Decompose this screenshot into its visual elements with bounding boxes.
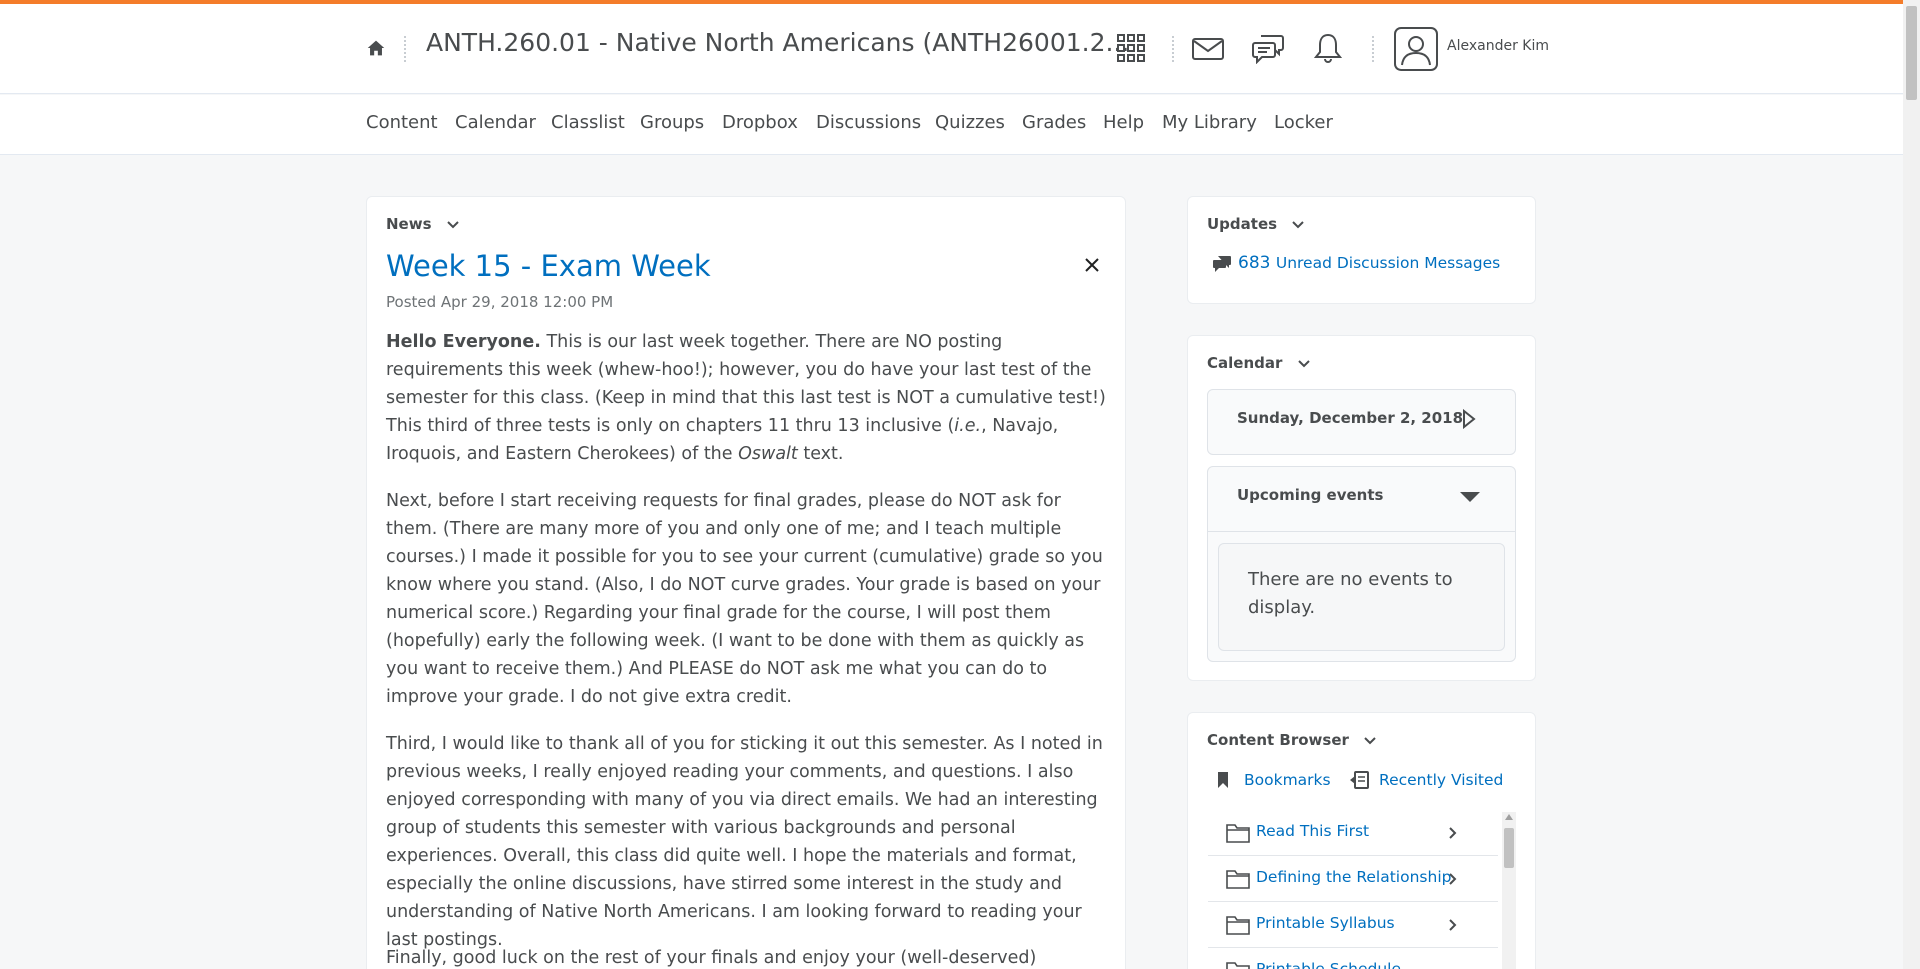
page-scrollbar[interactable] [1903,0,1920,969]
news-posted-date: Posted Apr 29, 2018 12:00 PM [386,293,614,311]
caret-down-icon[interactable] [1459,491,1481,503]
greeting-text: Hello Everyone. [386,332,541,352]
bell-icon[interactable] [1314,32,1342,64]
list-item-label: Printable Syllabus [1256,914,1395,932]
news-item-title[interactable]: Week 15 - Exam Week [386,249,711,283]
nav-my-library[interactable]: My Library [1162,112,1257,133]
folder-icon [1226,962,1250,969]
chat-bubbles-icon[interactable] [1252,34,1284,64]
updates-widget-header[interactable]: Updates [1207,215,1305,233]
upcoming-events-label[interactable]: Upcoming events [1237,486,1383,504]
recently-visited-link[interactable]: Recently Visited [1379,771,1503,789]
news-text-segment: i.e. [954,416,982,436]
chevron-right-icon[interactable] [1449,919,1457,931]
calendar-widget-header[interactable]: Calendar [1207,354,1310,372]
nav-locker[interactable]: Locker [1274,112,1333,133]
bookmarks-link[interactable]: Bookmarks [1244,771,1331,789]
nav-classlist[interactable]: Classlist [551,112,625,133]
news-paragraph-4: Finally, good luck on the rest of your f… [386,948,1037,968]
folder-icon [1226,916,1250,935]
news-text-segment: text. [797,444,844,464]
course-title[interactable]: ANTH.260.01 - Native North Americans (AN… [426,28,1129,57]
news-text-segment: Oswalt [738,444,798,464]
chevron-right-icon[interactable] [1449,827,1457,839]
unread-label: Unread Discussion Messages [1275,254,1501,272]
nav-discussions[interactable]: Discussions [816,112,921,133]
header-divider [1372,36,1374,62]
scroll-up-arrow-icon[interactable] [1505,814,1513,820]
nav-grades[interactable]: Grades [1022,112,1086,133]
discussion-icon [1213,256,1231,272]
next-day-arrow-icon[interactable] [1462,409,1476,429]
recently-visited-icon [1350,771,1369,789]
updates-widget-title: Updates [1207,215,1278,233]
mail-icon[interactable] [1192,38,1224,60]
news-paragraph-2: Next, before I start receiving requests … [386,491,1103,707]
chevron-right-icon[interactable] [1449,873,1457,885]
content-browser-title: Content Browser [1207,731,1349,749]
list-item[interactable]: Printable Schedule [1208,948,1498,969]
home-icon[interactable] [365,37,387,59]
nav-content[interactable]: Content [366,112,438,133]
avatar[interactable] [1394,27,1438,71]
news-widget-header[interactable]: News [386,215,459,233]
nav-groups[interactable]: Groups [640,112,704,133]
header-divider [1172,36,1174,62]
no-events-message: There are no events to display. [1248,569,1453,618]
page-scrollbar-thumb[interactable] [1906,6,1917,100]
divider [1207,531,1516,532]
list-item-label: Read This First [1256,822,1370,840]
unread-messages-link[interactable]: 683 Unread Discussion Messages [1238,253,1500,273]
updates-widget [1187,196,1536,304]
news-widget-title: News [386,215,432,233]
list-item[interactable]: Printable Syllabus [1208,902,1498,948]
list-item[interactable]: Read This First [1208,810,1498,856]
close-icon[interactable] [1082,255,1102,275]
folder-icon [1226,870,1250,889]
list-item-label: Defining the Relationship [1256,868,1452,886]
user-name[interactable]: Alexander Kim [1447,38,1549,54]
calendar-widget-title: Calendar [1207,354,1283,372]
list-scrollbar-thumb[interactable] [1504,828,1514,868]
news-paragraph-1: Hello Everyone. This is our last week to… [386,328,1106,468]
nav-help[interactable]: Help [1103,112,1144,133]
bookmark-icon [1218,772,1228,788]
content-browser-header[interactable]: Content Browser [1207,731,1376,749]
nav-quizzes[interactable]: Quizzes [935,112,1005,133]
course-selector-grid-icon[interactable] [1117,34,1145,62]
nav-dropbox[interactable]: Dropbox [722,112,798,133]
chevron-down-icon[interactable] [447,220,459,229]
folder-icon [1226,824,1250,843]
list-item-label: Printable Schedule [1256,960,1401,969]
nav-calendar[interactable]: Calendar [455,112,536,133]
unread-count: 683 [1238,253,1271,273]
list-item[interactable]: Defining the Relationship [1208,856,1498,902]
header-divider [404,36,406,62]
chevron-down-icon[interactable] [1297,359,1310,368]
chevron-down-icon[interactable] [1364,736,1376,745]
chevron-down-icon[interactable] [1292,220,1305,229]
news-paragraph-3: Third, I would like to thank all of you … [386,734,1103,950]
calendar-date[interactable]: Sunday, December 2, 2018 [1237,409,1463,427]
